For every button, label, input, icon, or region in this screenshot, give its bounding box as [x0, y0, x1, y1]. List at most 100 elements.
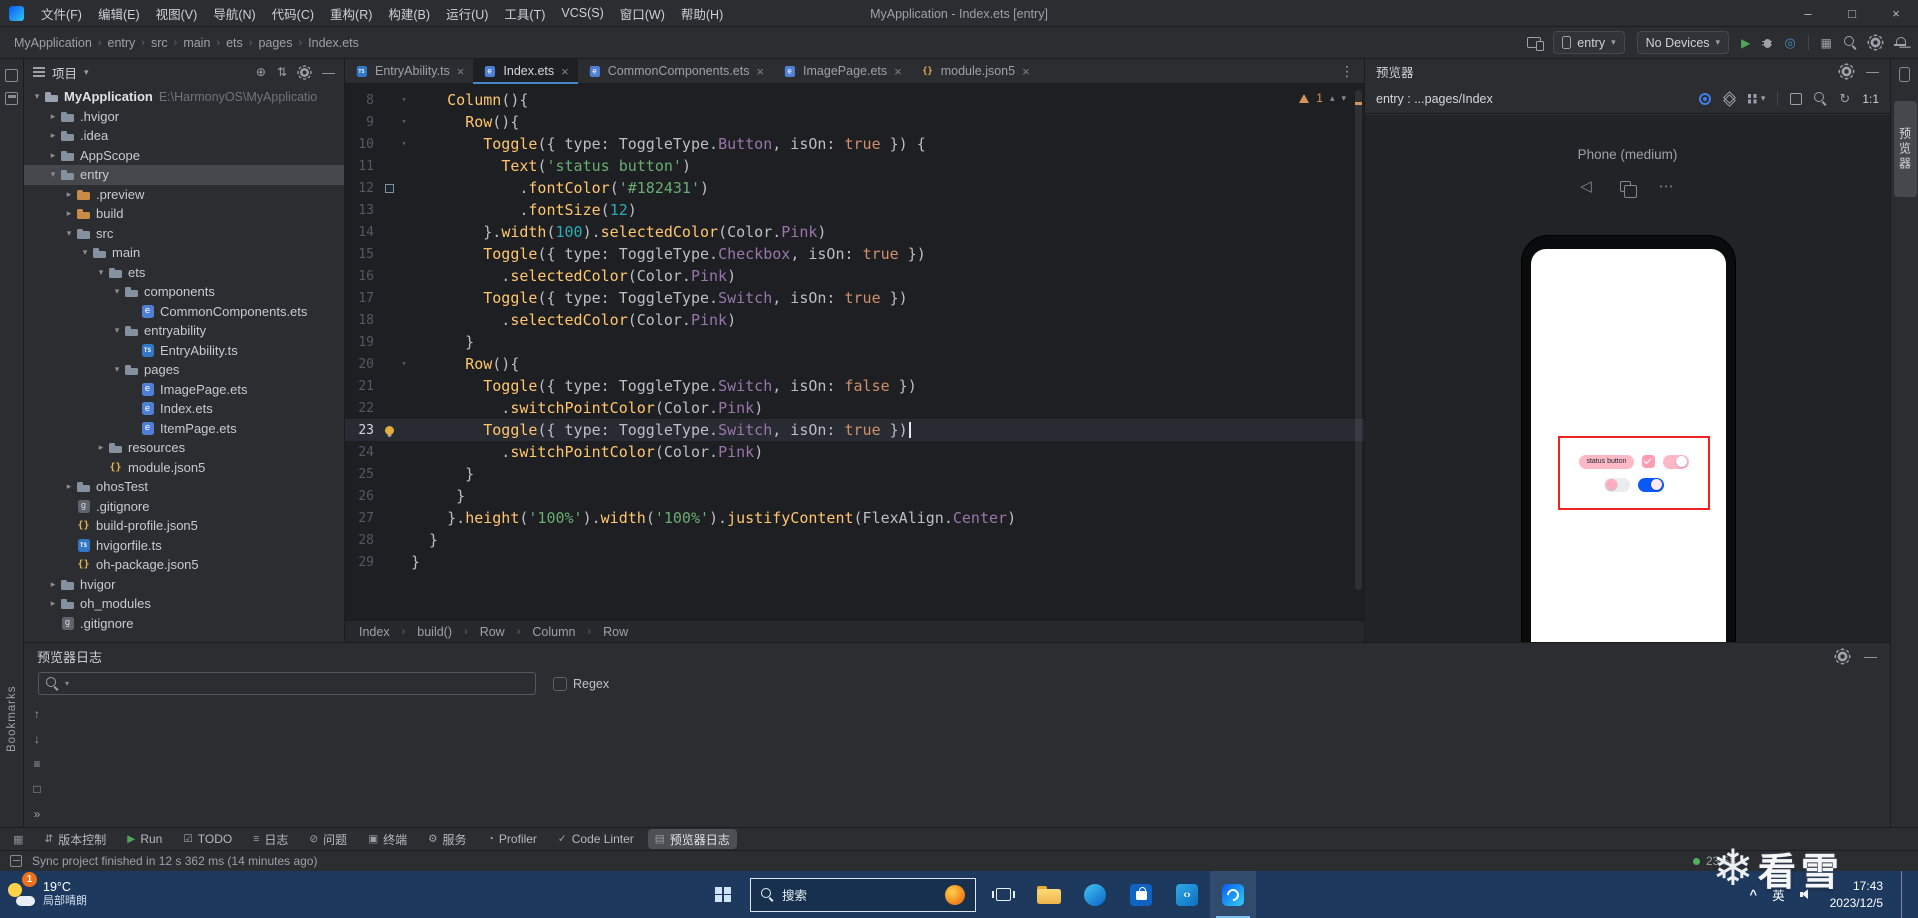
toolwindow-button-问题[interactable]: ⊘ 问题 — [302, 829, 354, 849]
structure-stripe-icon[interactable] — [5, 92, 18, 105]
editor-tab-CommonComponents.ets[interactable]: CommonComponents.ets × — [578, 59, 773, 83]
taskbar-search[interactable]: 搜索 — [750, 877, 976, 912]
grid-view-dropdown[interactable]: ▾ — [1747, 93, 1765, 104]
chevron-expanded-icon[interactable]: ▾ — [110, 286, 124, 297]
microsoft-store-button[interactable] — [1118, 871, 1164, 918]
chevron-collapsed-icon[interactable]: ▸ — [46, 598, 60, 609]
menu-item-帮助(H)[interactable]: 帮助(H) — [673, 0, 731, 26]
tree-item-pages[interactable]: ▾ pages — [24, 360, 344, 380]
menu-item-运行(U)[interactable]: 运行(U) — [438, 0, 496, 26]
editor-breadcrumb-Index[interactable]: Index — [359, 625, 390, 639]
code-line-25[interactable]: 25 } — [345, 463, 1364, 485]
toolwindow-switcher-icon[interactable]: ▦ — [13, 833, 23, 846]
tree-item-.gitignore[interactable]: .gitignore — [24, 614, 344, 634]
hide-previewer-icon[interactable]: — — [1866, 64, 1879, 79]
fold-arrow-icon[interactable]: ▾ — [397, 117, 411, 127]
breadcrumb-item-entry[interactable]: entry — [106, 36, 138, 50]
expand-collapse-icon[interactable]: ⇅ — [277, 65, 287, 79]
menu-item-VCS(S)[interactable]: VCS(S) — [553, 0, 611, 26]
menu-item-重构(R)[interactable]: 重构(R) — [322, 0, 380, 26]
notifications-bell-icon[interactable] — [1894, 36, 1906, 49]
chevron-collapsed-icon[interactable]: ▸ — [94, 442, 108, 453]
previewer-stripe-tab[interactable]: 预览器 — [1893, 101, 1917, 197]
inspections-widget[interactable]: 1 ▴ ▾ — [1299, 91, 1346, 105]
menu-item-文件(F)[interactable]: 文件(F) — [33, 0, 90, 26]
log-settings-gear-icon[interactable] — [1836, 650, 1849, 663]
tree-item-ohosTest[interactable]: ▸ ohosTest — [24, 477, 344, 497]
fold-arrow-icon[interactable]: ▾ — [397, 359, 411, 369]
breadcrumb-item-src[interactable]: src — [149, 36, 170, 50]
chevron-collapsed-icon[interactable]: ▸ — [62, 189, 76, 200]
code-line-9[interactable]: 9 ▾ Row(){ — [345, 111, 1364, 133]
chevron-expanded-icon[interactable]: ▾ — [46, 169, 60, 180]
layers-icon[interactable] — [1723, 93, 1735, 105]
code-line-22[interactable]: 22 .switchPointColor(Color.Pink) — [345, 397, 1364, 419]
tree-item-components[interactable]: ▾ components — [24, 282, 344, 302]
minimize-button[interactable]: – — [1786, 0, 1830, 26]
rotate-device-icon[interactable]: ↻ — [1839, 91, 1850, 107]
menu-item-工具(T)[interactable]: 工具(T) — [496, 0, 553, 26]
device-mirror-icon[interactable] — [1527, 37, 1545, 51]
chevron-expanded-icon[interactable]: ▾ — [110, 325, 124, 336]
chevron-collapsed-icon[interactable]: ▸ — [62, 208, 76, 219]
search-history-chevron-icon[interactable]: ▾ — [65, 679, 69, 688]
code-line-8[interactable]: 8 ▾ Column(){ — [345, 89, 1364, 111]
tab-close-icon[interactable]: × — [894, 64, 902, 79]
tree-item-entryability[interactable]: ▾ entryability — [24, 321, 344, 341]
code-line-26[interactable]: 26 } — [345, 485, 1364, 507]
tree-item-hvigor[interactable]: ▸ hvigor — [24, 575, 344, 595]
previewer-stripe-icon[interactable] — [1899, 67, 1910, 82]
tree-item-oh_modules[interactable]: ▸ oh_modules — [24, 594, 344, 614]
tree-item-.preview[interactable]: ▸ .preview — [24, 185, 344, 205]
scrollbar-thumb[interactable] — [1355, 90, 1362, 590]
menu-item-构建(B)[interactable]: 构建(B) — [380, 0, 438, 26]
more-icon[interactable]: ⋯ — [1659, 177, 1675, 195]
tree-item-build[interactable]: ▸ build — [24, 204, 344, 224]
phone-screen[interactable]: status button — [1531, 249, 1726, 642]
menu-item-窗口(W)[interactable]: 窗口(W) — [612, 0, 673, 26]
toolwindow-button-TODO[interactable]: ☑ TODO — [176, 831, 239, 848]
device-selector[interactable]: No Devices ▾ — [1636, 31, 1730, 54]
chevron-expanded-icon[interactable]: ▾ — [78, 247, 92, 258]
menu-item-代码(C)[interactable]: 代码(C) — [264, 0, 322, 26]
profiler-button[interactable]: ◎ — [1784, 35, 1795, 51]
previewer-settings-gear-icon[interactable] — [1840, 65, 1853, 78]
project-panel-title[interactable]: 项目 — [52, 63, 77, 82]
editor-breadcrumb-build()[interactable]: build() — [417, 625, 452, 639]
code-line-13[interactable]: 13 .fontSize(12) — [345, 199, 1364, 221]
tree-item-Index.ets[interactable]: Index.ets — [24, 399, 344, 419]
code-line-15[interactable]: 15 Toggle({ type: ToggleType.Checkbox, i… — [345, 243, 1364, 265]
code-line-28[interactable]: 28 } — [345, 529, 1364, 551]
tree-item-entry[interactable]: ▾ entry — [24, 165, 344, 185]
tab-close-icon[interactable]: × — [1022, 64, 1030, 79]
bookmarks-stripe-tab[interactable]: Bookmarks — [0, 671, 24, 767]
chevron-collapsed-icon[interactable]: ▸ — [46, 579, 60, 590]
tree-item-ets[interactable]: ▾ ets — [24, 263, 344, 283]
chevron-down-icon[interactable]: ▾ — [84, 67, 89, 78]
clear-log-icon[interactable]: □ — [33, 782, 40, 796]
run-button[interactable]: ▶ — [1741, 36, 1750, 50]
zoom-icon[interactable] — [1814, 92, 1827, 105]
weather-widget[interactable]: 19°C 局部晴朗 — [8, 871, 87, 918]
toolwindow-button-服务[interactable]: ⚙ 服务 — [421, 829, 473, 849]
tree-item-main[interactable]: ▾ main — [24, 243, 344, 263]
code-line-14[interactable]: 14 }.width(100).selectedColor(Color.Pink… — [345, 221, 1364, 243]
multirun-icon[interactable]: ▦ — [1821, 36, 1832, 50]
file-explorer-button[interactable] — [1026, 871, 1072, 918]
chevron-expanded-icon[interactable]: ▾ — [62, 228, 76, 239]
soft-wrap-icon[interactable]: ≡ — [33, 757, 40, 771]
debug-button[interactable] — [1762, 37, 1773, 49]
toolwindow-button-预览器日志[interactable]: ▤ 预览器日志 — [647, 829, 737, 849]
chevron-collapsed-icon[interactable]: ▸ — [46, 150, 60, 161]
editor-tab-ImagePage.ets[interactable]: ImagePage.ets × — [773, 59, 911, 83]
menu-item-编辑(E)[interactable]: 编辑(E) — [90, 0, 148, 26]
menu-item-视图(V)[interactable]: 视图(V) — [148, 0, 206, 26]
editor-tab-module.json5[interactable]: module.json5 × — [911, 59, 1039, 83]
hide-log-panel-icon[interactable]: — — [1864, 649, 1877, 664]
editor-breadcrumb-Column[interactable]: Column — [532, 625, 575, 639]
toolwindow-button-日志[interactable]: ≡ 日志 — [246, 829, 295, 849]
breadcrumb-item-Index.ets[interactable]: Index.ets — [306, 36, 361, 50]
code-line-16[interactable]: 16 .selectedColor(Color.Pink) — [345, 265, 1364, 287]
tree-item-MyApplication[interactable]: ▾ MyApplication E:\HarmonyOS\MyApplicatio — [24, 87, 344, 107]
toolwindow-button-终端[interactable]: ▣ 终端 — [361, 829, 414, 849]
